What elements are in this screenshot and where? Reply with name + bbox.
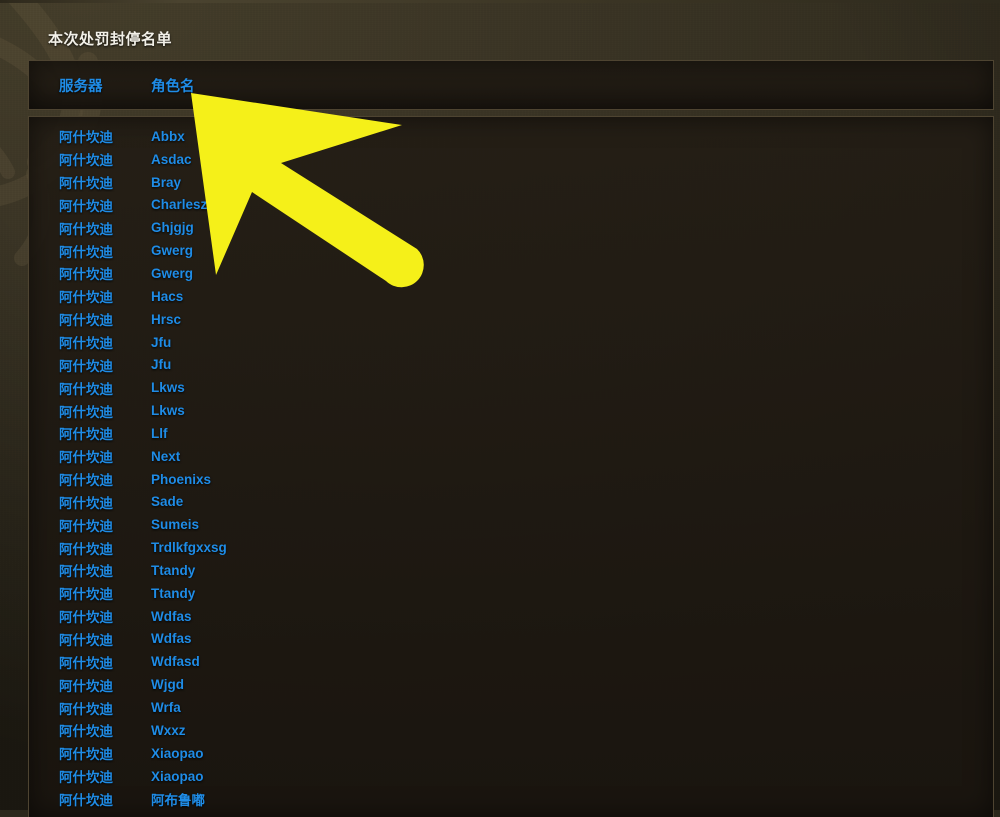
- cell-character-name: Charleszs: [151, 197, 215, 213]
- ban-list-panel: 阿什坎迪 Abbx 阿什坎迪 Asdac 阿什坎迪 Bray 阿什坎迪 Charleszs 阿什…: [28, 116, 994, 817]
- cell-character-name: Xiaopao: [151, 745, 204, 761]
- table-row[interactable]: 阿什坎迪 Lkws: [29, 399, 993, 422]
- table-row[interactable]: 阿什坎迪 Asdac: [29, 148, 993, 171]
- table-header-row: 服务器 角色名: [29, 61, 993, 109]
- table-row[interactable]: 阿什坎迪 Wdfasd: [29, 650, 993, 673]
- table-row[interactable]: 阿什坎迪 Wdfas: [29, 605, 993, 628]
- table-row[interactable]: 阿什坎迪 Jfu: [29, 353, 993, 376]
- table-row[interactable]: 阿什坎迪 阿布鲁嘟: [29, 787, 993, 810]
- table-row[interactable]: 阿什坎迪 Sumeis: [29, 513, 993, 536]
- cell-character-name: Bray: [151, 174, 182, 190]
- cell-server: 阿什坎迪: [59, 404, 113, 420]
- cell-server: 阿什坎迪: [59, 473, 113, 489]
- cell-server: 阿什坎迪: [59, 518, 113, 534]
- cell-server: 阿什坎迪: [59, 221, 113, 237]
- cell-character-name: 阿布鲁嘟: [151, 792, 205, 808]
- cell-server: 阿什坎迪: [59, 427, 113, 443]
- cell-server: 阿什坎迪: [59, 176, 113, 192]
- table-row[interactable]: 阿什坎迪 Ttandy: [29, 582, 993, 605]
- table-row[interactable]: 阿什坎迪 Wrfa: [29, 696, 993, 719]
- cell-server: 阿什坎迪: [59, 358, 113, 374]
- cell-character-name: Asdac: [151, 151, 192, 167]
- cell-character-name: Jfu: [151, 334, 172, 350]
- table-row[interactable]: 阿什坎迪 Trdlkfgxxsg: [29, 536, 993, 559]
- cell-server: 阿什坎迪: [59, 153, 113, 169]
- cell-server: 阿什坎迪: [59, 450, 113, 466]
- cell-character-name: Jfu: [151, 357, 172, 373]
- cell-character-name: Lkws: [151, 403, 185, 419]
- cell-server: 阿什坎迪: [59, 198, 113, 214]
- table-row[interactable]: 阿什坎迪 Xiaopao: [29, 742, 993, 765]
- cell-server: 阿什坎迪: [59, 724, 113, 740]
- cell-character-name: Wdfas: [151, 631, 192, 647]
- cell-character-name: Wjgd: [151, 677, 184, 693]
- table-row[interactable]: 阿什坎迪 Hacs: [29, 285, 993, 308]
- cell-server: 阿什坎迪: [59, 564, 113, 580]
- cell-character-name: Gwerg: [151, 265, 194, 281]
- page-content: 本次处罚封停名单 服务器 角色名 阿什坎迪 Abbx 阿什坎迪 Asdac 阿什坎迪 Br…: [0, 0, 1000, 817]
- cell-character-name: Wdfasd: [151, 654, 200, 670]
- cell-character-name: Lkws: [151, 380, 185, 396]
- cell-server: 阿什坎迪: [59, 632, 113, 648]
- cell-character-name: Sade: [151, 494, 184, 510]
- table-row[interactable]: 阿什坎迪 Wxxz: [29, 719, 993, 742]
- cell-server: 阿什坎迪: [59, 336, 113, 352]
- cell-character-name: Ttandy: [151, 585, 196, 601]
- cell-character-name: Hrsc: [151, 311, 182, 327]
- cell-server: 阿什坎迪: [59, 678, 113, 694]
- table-row[interactable]: 阿什坎迪 Ghjgjg: [29, 216, 993, 239]
- cell-server: 阿什坎迪: [59, 290, 113, 306]
- table-row[interactable]: 阿什坎迪 Ttandy: [29, 559, 993, 582]
- table-header-panel: 服务器 角色名: [28, 60, 994, 110]
- cell-server: 阿什坎迪: [59, 655, 113, 671]
- table-row[interactable]: 阿什坎迪 Wdfas: [29, 628, 993, 651]
- cell-server: 阿什坎迪: [59, 587, 113, 603]
- table-row[interactable]: 阿什坎迪 Next: [29, 445, 993, 468]
- table-row[interactable]: 阿什坎迪 Hrsc: [29, 308, 993, 331]
- table-row[interactable]: 阿什坎迪 Jfu: [29, 331, 993, 354]
- cell-character-name: Xiaopao: [151, 768, 204, 784]
- cell-server: 阿什坎迪: [59, 313, 113, 329]
- cell-character-name: Wxxz: [151, 722, 186, 738]
- cell-character-name: Trdlkfgxxsg: [151, 540, 227, 556]
- column-header-character-name[interactable]: 角色名: [151, 75, 993, 96]
- cell-character-name: Phoenixs: [151, 471, 212, 487]
- table-row[interactable]: 阿什坎迪 Bray: [29, 171, 993, 194]
- cell-character-name: Next: [151, 448, 181, 464]
- cell-character-name: Sumeis: [151, 517, 200, 533]
- ban-list-rows: 阿什坎迪 Abbx 阿什坎迪 Asdac 阿什坎迪 Bray 阿什坎迪 Charleszs 阿什…: [29, 125, 993, 810]
- table-row[interactable]: 阿什坎迪 Sade: [29, 491, 993, 514]
- cell-character-name: Ttandy: [151, 562, 196, 578]
- cell-server: 阿什坎迪: [59, 747, 113, 763]
- cell-server: 阿什坎迪: [59, 792, 113, 808]
- cell-server: 阿什坎迪: [59, 541, 113, 557]
- cell-character-name: Hacs: [151, 288, 184, 304]
- cell-server: 阿什坎迪: [59, 130, 113, 146]
- table-row[interactable]: 阿什坎迪 Xiaopao: [29, 765, 993, 788]
- cell-character-name: Llf: [151, 425, 168, 441]
- cell-server: 阿什坎迪: [59, 381, 113, 397]
- cell-character-name: Abbx: [151, 128, 185, 144]
- table-row[interactable]: 阿什坎迪 Lkws: [29, 376, 993, 399]
- cell-character-name: Ghjgjg: [151, 220, 194, 236]
- cell-server: 阿什坎迪: [59, 495, 113, 511]
- cell-character-name: Wdfas: [151, 608, 192, 624]
- table-row[interactable]: 阿什坎迪 Abbx: [29, 125, 993, 148]
- cell-character-name: Wrfa: [151, 700, 181, 716]
- page-title: 本次处罚封停名单: [48, 31, 173, 48]
- cell-character-name: Gwerg: [151, 243, 194, 259]
- cell-server: 阿什坎迪: [59, 610, 113, 626]
- table-row[interactable]: 阿什坎迪 Phoenixs: [29, 468, 993, 491]
- cell-server: 阿什坎迪: [59, 701, 113, 717]
- cell-server: 阿什坎迪: [59, 267, 113, 283]
- table-row[interactable]: 阿什坎迪 Gwerg: [29, 239, 993, 262]
- table-row[interactable]: 阿什坎迪 Gwerg: [29, 262, 993, 285]
- cell-server: 阿什坎迪: [59, 770, 113, 786]
- cell-server: 阿什坎迪: [59, 244, 113, 260]
- table-row[interactable]: 阿什坎迪 Charleszs: [29, 194, 993, 217]
- table-row[interactable]: 阿什坎迪 Llf: [29, 422, 993, 445]
- table-row[interactable]: 阿什坎迪 Wjgd: [29, 673, 993, 696]
- column-header-server[interactable]: 服务器: [59, 75, 143, 96]
